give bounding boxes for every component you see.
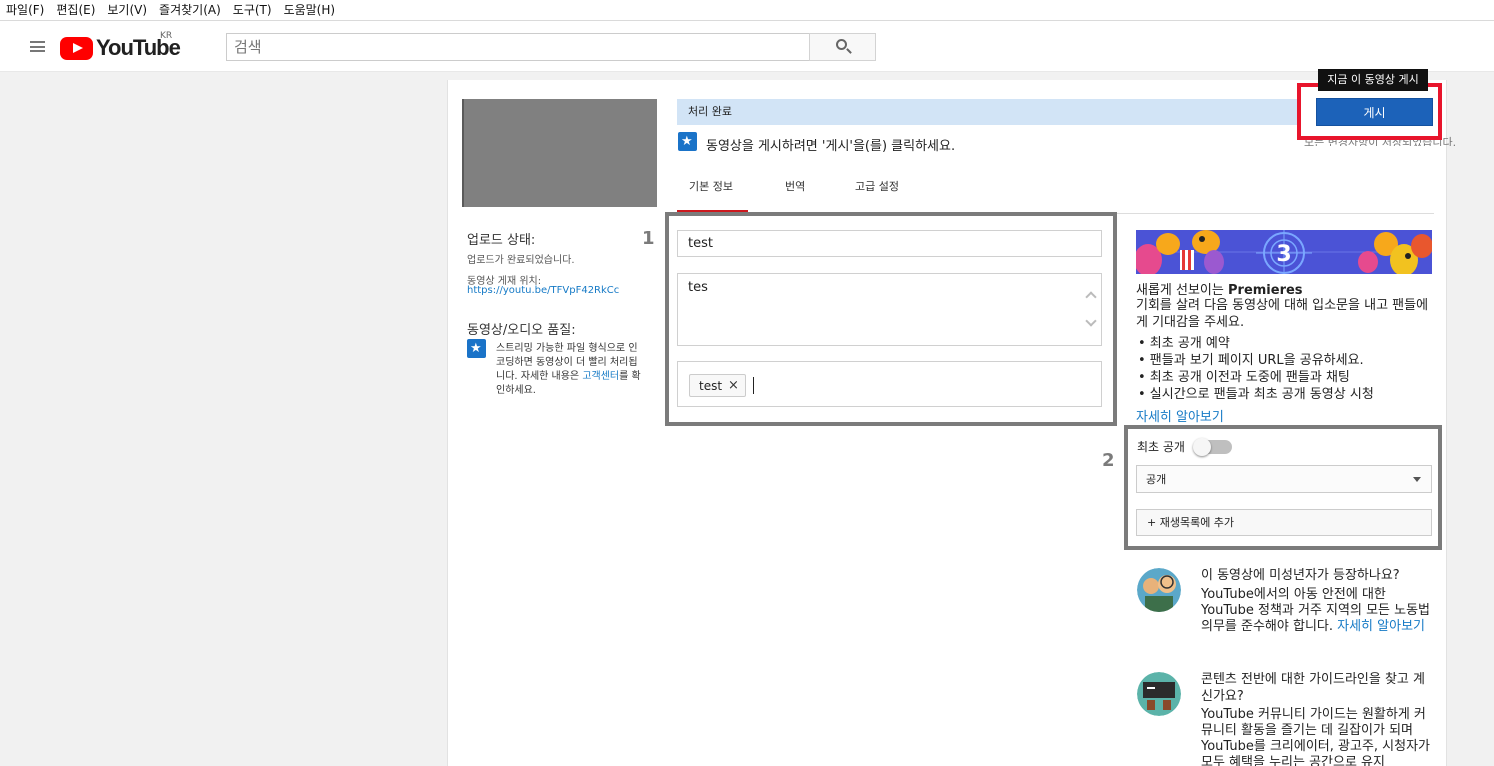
video-link[interactable]: https://youtu.be/TFVpF42RkCc — [467, 285, 619, 296]
search-box — [226, 33, 810, 61]
premieres-heading-prefix: 새롭게 선보이는 — [1136, 283, 1228, 298]
description-field[interactable]: tes — [677, 273, 1102, 346]
menu-tools[interactable]: 도구(T) — [229, 0, 280, 21]
annotation-number-1: 1 — [642, 228, 655, 249]
upload-status-text: 업로드가 완료되었습니다. — [467, 255, 575, 266]
menu-help[interactable]: 도움말(H) — [280, 0, 344, 21]
premieres-banner: 3 — [1136, 230, 1432, 274]
guidelines-heading: 콘텐츠 전반에 대한 가이드라인을 찾고 계신가요? — [1201, 672, 1425, 704]
minors-learn-more-link[interactable]: 자세히 알아보기 — [1337, 619, 1425, 634]
premiere-toggle[interactable] — [1193, 438, 1232, 456]
tab-bar: 기본 정보 번역 고급 설정 — [677, 168, 1434, 214]
star-icon — [467, 339, 486, 358]
menu-file[interactable]: 파일(F) — [2, 0, 52, 21]
premieres-bullet: • 팬들과 보기 페이지 URL을 공유하세요. — [1138, 353, 1364, 368]
publish-hint: 동영상을 게시하려면 '게시'을(를) 클릭하세요. — [706, 139, 956, 154]
premieres-bullet: • 실시간으로 팬들과 최초 공개 동영상 시청 — [1138, 387, 1374, 402]
hamburger-menu-icon[interactable] — [30, 41, 45, 52]
scroll-up-icon[interactable] — [1085, 291, 1097, 303]
tags-field[interactable]: test × — [677, 361, 1102, 407]
processing-progress-bar: 처리 완료 — [677, 99, 1301, 125]
premieres-learn-more-link[interactable]: 자세히 알아보기 — [1136, 406, 1224, 425]
tag-chip: test × — [689, 374, 746, 397]
help-center-link[interactable]: 고객센터 — [582, 371, 619, 382]
premiere-toggle-label: 최초 공개 — [1137, 440, 1185, 454]
premieres-bullet: • 최초 공개 이전과 도중에 팬들과 채팅 — [1138, 370, 1350, 385]
youtube-header: YouTube KR — [0, 21, 1494, 72]
search-icon — [836, 39, 847, 50]
annotation-number-2: 2 — [1102, 450, 1115, 471]
menu-view[interactable]: 보기(V) — [103, 0, 155, 21]
browser-menubar: 파일(F) 편집(E) 보기(V) 즐겨찾기(A) 도구(T) 도움말(H) — [0, 0, 1494, 21]
publish-tooltip: 지금 이 동영상 게시 — [1318, 69, 1428, 91]
premieres-heading: 새롭게 선보이는 Premieres — [1136, 279, 1303, 298]
menu-favorites[interactable]: 즐겨찾기(A) — [155, 0, 229, 21]
premieres-illustration: 3 — [1136, 230, 1432, 274]
upload-status-heading: 업로드 상태: — [467, 233, 536, 248]
quality-heading: 동영상/오디오 품질: — [467, 323, 576, 338]
banner-number: 3 — [1276, 242, 1291, 267]
privacy-value: 공개 — [1146, 473, 1167, 486]
guidelines-text: YouTube 커뮤니티 가이드는 원활하게 커뮤니티 활동을 즐기는 데 길잡… — [1201, 707, 1431, 766]
premieres-paragraph: 기회를 살려 다음 동영상에 대해 입소문을 내고 팬들에게 기대감을 주세요. — [1136, 298, 1429, 330]
guidelines-avatar-icon — [1137, 672, 1181, 716]
publish-highlight-box — [1297, 83, 1442, 140]
quality-description: 스트리밍 가능한 파일 형식으로 인코딩하면 동영상이 더 빨리 처리됩니다. … — [496, 342, 646, 398]
tab-advanced-settings[interactable]: 고급 설정 — [855, 178, 899, 194]
minors-heading: 이 동영상에 미성년자가 등장하나요? — [1201, 568, 1400, 583]
add-to-playlist-button[interactable]: + 재생목록에 추가 — [1136, 509, 1432, 536]
region-code: KR — [160, 31, 173, 41]
tag-remove-icon[interactable]: × — [728, 378, 739, 393]
scroll-down-icon[interactable] — [1085, 315, 1097, 327]
title-field[interactable]: test — [677, 230, 1102, 257]
youtube-logo[interactable]: YouTube KR — [60, 31, 181, 61]
description-value: tes — [688, 280, 708, 295]
tag-label: test — [699, 378, 723, 393]
minors-text: YouTube에서의 아동 안전에 대한 YouTube 정책과 거주 지역의 … — [1201, 587, 1433, 635]
search-input[interactable] — [227, 34, 809, 60]
privacy-select[interactable]: 공개 — [1136, 465, 1432, 493]
premieres-bullets: • 최초 공개 예약 • 팬들과 보기 페이지 URL을 공유하세요. • 최초… — [1138, 335, 1374, 403]
menu-edit[interactable]: 편집(E) — [52, 0, 103, 21]
search-button[interactable] — [809, 33, 876, 61]
tab-basic-info[interactable]: 기본 정보 — [689, 178, 733, 194]
youtube-play-icon — [60, 36, 93, 60]
star-icon — [678, 132, 697, 151]
dropdown-arrow-icon — [1413, 477, 1421, 482]
text-cursor — [752, 377, 754, 394]
premieres-heading-bold: Premieres — [1228, 283, 1303, 298]
tab-translation[interactable]: 번역 — [785, 178, 805, 194]
child-safety-avatar-icon — [1137, 568, 1181, 612]
video-thumbnail[interactable] — [462, 99, 657, 207]
premieres-bullet: • 최초 공개 예약 — [1138, 336, 1230, 351]
